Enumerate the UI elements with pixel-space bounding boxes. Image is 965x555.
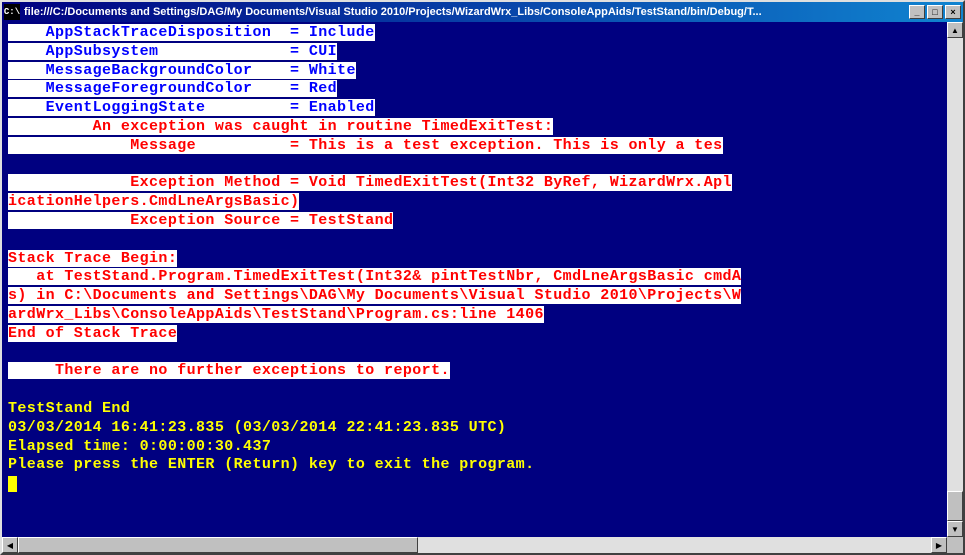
window-buttons: _ □ × (909, 5, 961, 19)
console-output[interactable]: AppStackTraceDisposition = Include AppSu… (2, 22, 947, 537)
scroll-down-button[interactable]: ▼ (947, 521, 963, 537)
horizontal-scrollbar[interactable]: ◀ ▶ (2, 537, 947, 553)
bottom-scroll-row: ◀ ▶ (2, 537, 963, 553)
scroll-left-button[interactable]: ◀ (2, 537, 18, 553)
horizontal-scroll-track[interactable] (18, 537, 931, 553)
scroll-right-button[interactable]: ▶ (931, 537, 947, 553)
close-button[interactable]: × (945, 5, 961, 19)
titlebar[interactable]: C:\ file:///C:/Documents and Settings/DA… (2, 2, 963, 22)
vertical-scroll-thumb[interactable] (947, 491, 963, 521)
client-area: AppStackTraceDisposition = Include AppSu… (2, 22, 963, 537)
vertical-scroll-track[interactable] (947, 38, 963, 521)
scroll-corner (947, 537, 963, 553)
window-title: file:///C:/Documents and Settings/DAG/My… (24, 6, 909, 18)
console-window: C:\ file:///C:/Documents and Settings/DA… (0, 0, 965, 555)
cursor (8, 476, 17, 492)
app-icon: C:\ (4, 4, 20, 20)
vertical-scrollbar[interactable]: ▲ ▼ (947, 22, 963, 537)
maximize-button[interactable]: □ (927, 5, 943, 19)
minimize-button[interactable]: _ (909, 5, 925, 19)
scroll-up-button[interactable]: ▲ (947, 22, 963, 38)
horizontal-scroll-thumb[interactable] (18, 537, 418, 553)
